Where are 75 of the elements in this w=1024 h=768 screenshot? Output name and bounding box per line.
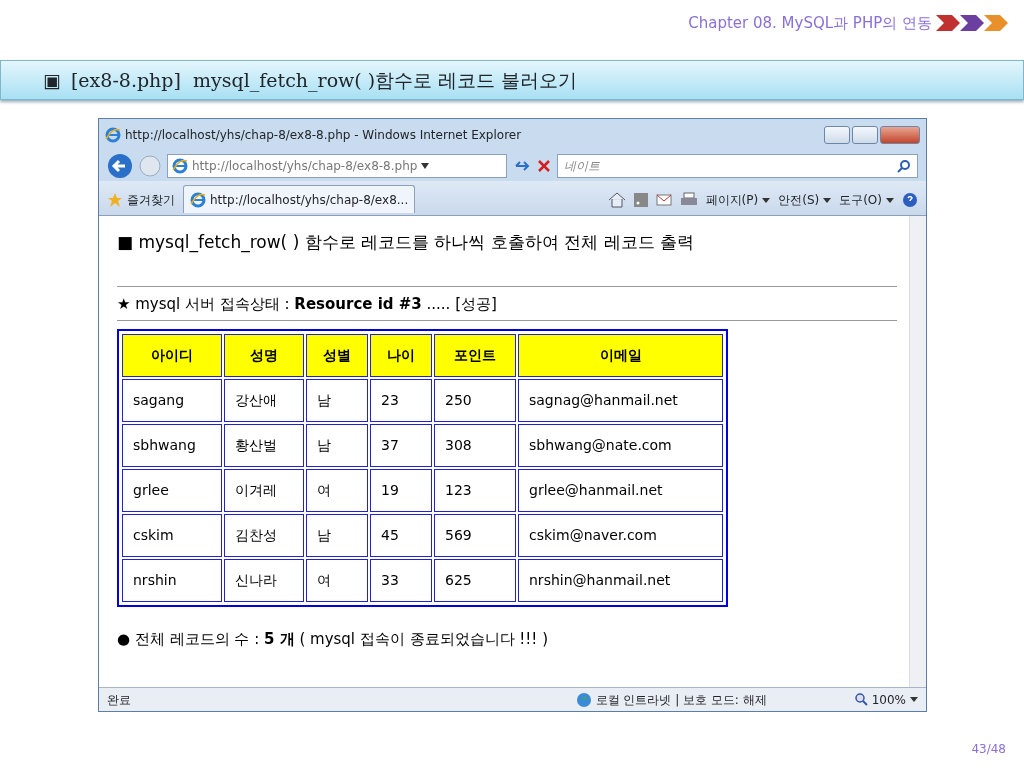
table-cell: 33 [370, 558, 432, 602]
table-cell: 569 [434, 513, 516, 557]
dropdown-caret-icon [762, 197, 771, 203]
table-cell: sbhwang [122, 423, 222, 467]
security-zone: 로컬 인트라넷 | 보호 모드: 해제 [575, 690, 767, 709]
table-cell: nrshin@hanmail.net [518, 558, 723, 602]
table-cell: 250 [434, 378, 516, 422]
address-text: http://localhost/yhs/chap-8/ex8-8.php [192, 158, 418, 175]
toolbar-menu[interactable]: 페이지(P) [705, 191, 771, 209]
table-cell: 19 [370, 468, 432, 512]
column-header: 아이디 [122, 333, 222, 377]
dropdown-caret-icon[interactable] [421, 163, 430, 169]
page-heading: ■ mysql_fetch_row( ) 함수로 레코드를 하나씩 호출하여 전체 레코드 출력 [117, 231, 696, 255]
column-header: 포인트 [434, 333, 516, 377]
back-button-icon[interactable] [107, 153, 133, 179]
search-field[interactable]: 네이트 [557, 154, 918, 178]
table-cell: 여 [306, 558, 368, 602]
table-cell: 남 [306, 378, 368, 422]
star-icon [107, 192, 123, 208]
slide-title: [ex8-8.php] mysql_fetch_row( )함수로 레코드 불러오기 [70, 67, 578, 94]
stop-icon[interactable] [537, 159, 551, 173]
table-cell: 황산벌 [224, 423, 304, 467]
favorites-button[interactable]: 즐겨찾기 [107, 191, 175, 213]
table-cell: sagnag@hanmail.net [518, 378, 723, 422]
table-cell: 남 [306, 423, 368, 467]
table-cell: grlee [122, 468, 222, 512]
table-cell: 남 [306, 513, 368, 557]
status-text: 완료 [107, 691, 131, 709]
record-summary: ● 전체 레코드의 수 : 5 개 ( mysql 접속이 종료되었습니다 !!! ) [117, 628, 549, 650]
minimize-button[interactable] [824, 126, 850, 144]
table-cell: nrshin [122, 558, 222, 602]
toolbar-menu[interactable]: 안전(S) [778, 191, 832, 209]
table-cell: 강산애 [224, 378, 304, 422]
table-cell: sbhwang@nate.com [518, 423, 723, 467]
browser-logo-icon [105, 127, 121, 143]
table-cell: 이겨레 [224, 468, 304, 512]
table-cell: 김찬성 [224, 513, 304, 557]
page-number: 43/48 [971, 741, 1006, 758]
title-marker: ▣ [43, 67, 61, 93]
address-bar[interactable]: http://localhost/yhs/chap-8/ex8-8.php [167, 154, 507, 178]
mail-icon[interactable] [655, 194, 672, 206]
table-cell: 45 [370, 513, 432, 557]
chevron-arrows-icon [936, 13, 1008, 34]
table-cell: grlee@hanmail.net [518, 468, 723, 512]
browser-tab[interactable]: http://localhost/yhs/chap-8/ex8... [183, 185, 416, 213]
table-cell: sagang [122, 378, 222, 422]
table-cell: 23 [370, 378, 432, 422]
table-cell: 123 [434, 468, 516, 512]
table-cell: 신나라 [224, 558, 304, 602]
table-cell: 625 [434, 558, 516, 602]
toolbar-menu[interactable]: 도구(O) [839, 191, 894, 209]
table-cell: cskim [122, 513, 222, 557]
dropdown-caret-icon [823, 197, 832, 203]
column-header: 이메일 [518, 333, 723, 377]
column-header: 나이 [370, 333, 432, 377]
printer-icon[interactable] [679, 192, 698, 208]
help-icon[interactable] [902, 192, 918, 208]
zoom-level[interactable]: 100% [854, 690, 918, 709]
column-header: 성별 [306, 333, 368, 377]
close-button[interactable] [880, 126, 920, 144]
column-header: 성명 [224, 333, 304, 377]
table-cell: 308 [434, 423, 516, 467]
table-cell: 여 [306, 468, 368, 512]
search-placeholder: 네이트 [564, 158, 600, 175]
connection-status: ★ mysql 서버 접속상태 : Resource id #3 ..... [성공] [117, 294, 498, 315]
home-icon[interactable] [607, 192, 626, 208]
search-icon[interactable] [897, 159, 911, 173]
window-title: http://localhost/yhs/chap-8/ex8-8.php - Windows Internet Explorer [125, 127, 522, 144]
dropdown-caret-icon [910, 697, 918, 702]
maximize-button[interactable] [852, 126, 878, 144]
table-cell: 37 [370, 423, 432, 467]
dropdown-caret-icon [886, 197, 894, 203]
table-cell: cskim@naver.com [518, 513, 723, 557]
magnifier-icon [854, 693, 868, 706]
chapter-title: Chapter 08. MySQL과 PHP의 연동 [688, 13, 932, 34]
